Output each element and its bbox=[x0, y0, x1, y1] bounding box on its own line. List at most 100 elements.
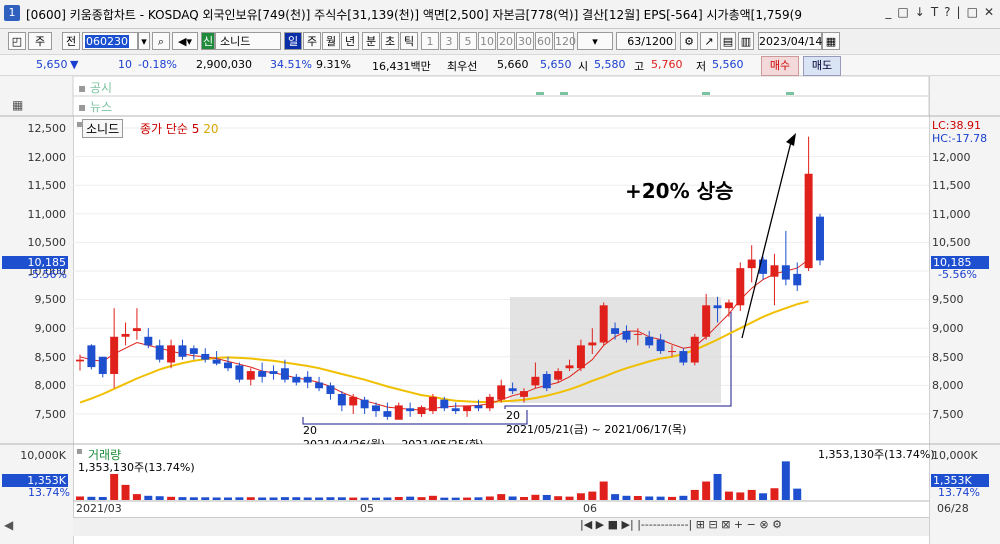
price-tick: 8,500 bbox=[34, 351, 67, 364]
candle-body bbox=[394, 405, 403, 420]
high-label: 고 bbox=[634, 60, 645, 73]
candle-body bbox=[656, 339, 665, 352]
chart-scrollbar[interactable] bbox=[73, 517, 929, 536]
candle-body bbox=[668, 351, 676, 353]
prev-button[interactable]: 전 bbox=[62, 32, 80, 50]
period-tick-tab[interactable]: 틱 bbox=[400, 32, 418, 50]
count-field[interactable]: 63/1200 bbox=[616, 32, 676, 50]
settings-icon-bottom[interactable]: ⚙ bbox=[772, 518, 782, 531]
volume-bar bbox=[724, 491, 733, 500]
candle-body bbox=[793, 273, 802, 286]
candle-body bbox=[816, 216, 824, 261]
candle-body bbox=[189, 348, 198, 354]
candle-body bbox=[713, 305, 722, 309]
zoom-in-icon[interactable]: ⊞ bbox=[696, 518, 705, 531]
volume-axis-top-right: 10,000K bbox=[932, 449, 978, 462]
volume-bar bbox=[189, 497, 198, 500]
sound-icon[interactable]: ◀▾ bbox=[172, 32, 198, 50]
disclosure-marker[interactable] bbox=[786, 92, 794, 95]
disclosure-marker[interactable] bbox=[536, 92, 544, 95]
interval-30[interactable]: 30 bbox=[516, 32, 534, 50]
volume-bar bbox=[645, 496, 654, 500]
disclosure-marker[interactable] bbox=[560, 92, 568, 95]
search-icon[interactable]: ⌕ bbox=[152, 32, 170, 50]
interval-5[interactable]: 5 bbox=[459, 32, 477, 50]
layout-icon[interactable]: ◰ bbox=[8, 32, 26, 50]
reset-icon[interactable]: ⊗ bbox=[759, 518, 768, 531]
minimize-icon[interactable]: _ bbox=[885, 5, 891, 19]
scroll-left-icon[interactable]: ◀ bbox=[4, 518, 13, 532]
code-dropdown-icon[interactable]: ▾ bbox=[138, 32, 150, 50]
pin-icon[interactable]: ↓ bbox=[915, 5, 925, 19]
price-tick-right: 12,000 bbox=[932, 151, 971, 164]
restore-icon[interactable]: □ bbox=[897, 5, 908, 19]
volume-bar bbox=[736, 492, 745, 500]
minus-icon[interactable]: − bbox=[747, 518, 756, 531]
period-year-tab[interactable]: 년 bbox=[341, 32, 359, 50]
volume-info: 1,353,130주(13.74%) bbox=[78, 461, 195, 474]
price-tick-right: 10,500 bbox=[932, 236, 971, 249]
volume-bar bbox=[87, 496, 96, 500]
candle-body bbox=[235, 365, 244, 380]
interval-60[interactable]: 60 bbox=[535, 32, 553, 50]
period-second-tab[interactable]: 초 bbox=[381, 32, 399, 50]
candle-body bbox=[406, 408, 415, 412]
volume-bar bbox=[326, 497, 335, 500]
playback-controls[interactable]: |◀ ▶ ■ ▶| |------------| ⊞ ⊟ ⊠ + − ⊗ ⚙ bbox=[580, 518, 782, 531]
forward-icon[interactable]: ▶| bbox=[622, 518, 634, 531]
volume-bar bbox=[372, 497, 380, 500]
candle-body bbox=[474, 405, 483, 409]
panel-grid-icon[interactable]: ▦ bbox=[12, 98, 23, 112]
zoom-slider[interactable]: |------------| bbox=[637, 518, 692, 531]
interval-20[interactable]: 20 bbox=[497, 32, 515, 50]
help-icon[interactable]: ? bbox=[944, 5, 950, 19]
interval-10[interactable]: 10 bbox=[478, 32, 496, 50]
interval-select[interactable]: ▾ bbox=[577, 32, 613, 50]
calendar-toggle-icon[interactable]: ▥ bbox=[738, 32, 754, 50]
fit-icon[interactable]: ⊠ bbox=[721, 518, 730, 531]
zoom-out-icon[interactable]: ⊟ bbox=[708, 518, 717, 531]
volume-bar bbox=[167, 496, 176, 500]
stock-name-field[interactable]: 소니드 bbox=[215, 32, 281, 50]
chart-area[interactable]: ▪ 공시 ▪ 뉴스 ▦ ▪ 소니드 종가 단순 5 20 +20% 상승 20 … bbox=[0, 76, 1000, 544]
price-tick-right: 9,000 bbox=[932, 322, 964, 335]
news-panel-label[interactable]: ▪ 뉴스 bbox=[78, 98, 112, 115]
date-input[interactable]: 2023/04/14 bbox=[758, 32, 822, 50]
play-icon[interactable]: ▶ bbox=[596, 518, 604, 531]
candle-body bbox=[428, 396, 437, 412]
stock-code-input[interactable]: 060230 bbox=[82, 32, 138, 50]
volume-bar bbox=[178, 497, 187, 500]
price-tick: 11,000 bbox=[27, 208, 67, 221]
period-week-tab[interactable]: 주 bbox=[303, 32, 321, 50]
disclosure-marker[interactable] bbox=[702, 92, 710, 95]
current-change-right: -5.56% bbox=[938, 268, 977, 281]
stop-icon[interactable]: ■ bbox=[608, 518, 618, 531]
window-controls: _ □ ↓ T ? | □ ✕ bbox=[885, 5, 994, 19]
maximize-icon[interactable]: □ bbox=[967, 5, 978, 19]
volume-bar bbox=[747, 489, 756, 500]
disclosure-panel-label[interactable]: ▪ 공시 bbox=[78, 79, 112, 96]
buy-button[interactable]: 매수 bbox=[761, 56, 799, 76]
chart-tool-icon[interactable]: ↗ bbox=[700, 32, 718, 50]
period-month-tab[interactable]: 월 bbox=[322, 32, 340, 50]
close-icon[interactable]: ✕ bbox=[984, 5, 994, 19]
rewind-icon[interactable]: |◀ bbox=[580, 518, 592, 531]
calendar-icon[interactable]: ▦ bbox=[822, 32, 840, 50]
stock-legend-box[interactable]: 소니드 bbox=[82, 119, 124, 138]
font-icon[interactable]: T bbox=[931, 5, 938, 19]
interval-1[interactable]: 1 bbox=[421, 32, 439, 50]
save-icon[interactable]: ▤ bbox=[720, 32, 736, 50]
period-week-button[interactable]: 주 bbox=[28, 32, 52, 50]
settings-icon[interactable]: ⚙ bbox=[680, 32, 698, 50]
interval-120[interactable]: 120 bbox=[554, 32, 576, 50]
plus-icon[interactable]: + bbox=[734, 518, 743, 531]
interval-3[interactable]: 3 bbox=[440, 32, 458, 50]
sell-button[interactable]: 매도 bbox=[803, 56, 841, 76]
period-minute-tab[interactable]: 분 bbox=[362, 32, 380, 50]
volume-bar bbox=[713, 473, 722, 500]
volume-bar bbox=[337, 497, 346, 500]
open-label: 시 bbox=[578, 60, 589, 73]
volume-bar bbox=[781, 461, 790, 500]
period-day-button[interactable]: 일 bbox=[284, 32, 302, 50]
change-value: 10 bbox=[118, 58, 132, 71]
